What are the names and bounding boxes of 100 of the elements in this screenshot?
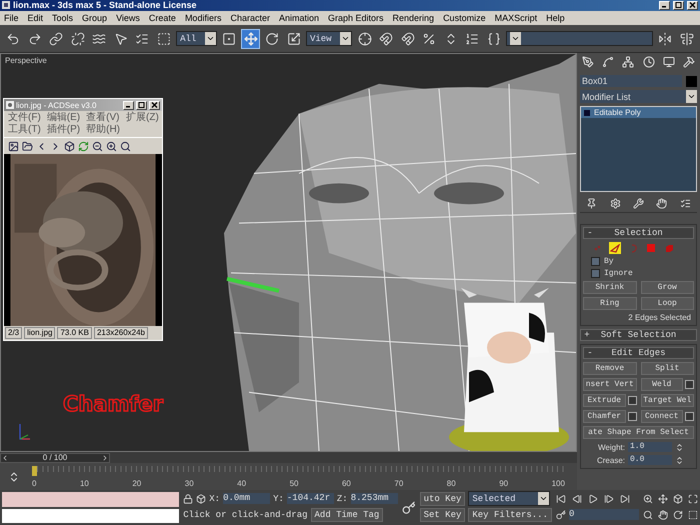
menu-item[interactable]: 查看(V) [86, 112, 120, 124]
panel-button[interactable]: Target Wel [640, 394, 694, 408]
hand-icon[interactable] [656, 198, 668, 210]
clock-icon[interactable] [642, 56, 655, 68]
key-icon[interactable] [556, 510, 566, 520]
dashed-square-icon[interactable] [688, 510, 698, 520]
key-mode-dropdown[interactable]: Selected [468, 491, 550, 506]
menu-item[interactable]: 编辑(E) [46, 112, 80, 124]
panel-button[interactable]: Extrude [583, 394, 626, 408]
settings-button[interactable] [685, 412, 694, 422]
settings-button[interactable] [628, 396, 636, 406]
wrench-icon[interactable] [632, 198, 644, 210]
panel-button[interactable]: nsert Vert [583, 378, 636, 392]
search-icon[interactable] [120, 140, 131, 152]
panel-button[interactable]: Loop [640, 297, 694, 310]
menu-item[interactable]: 工具(T) [8, 124, 41, 136]
frame-marker[interactable] [32, 466, 37, 476]
monitor-icon[interactable] [662, 56, 675, 68]
zoom-in-icon[interactable] [106, 140, 117, 152]
menu-item[interactable]: Customize [443, 12, 486, 23]
menu-item[interactable]: Tools [52, 12, 74, 23]
play-icon[interactable] [588, 494, 598, 504]
settings-button[interactable] [685, 380, 694, 390]
first-frame-icon[interactable] [556, 494, 566, 504]
cube-icon[interactable] [196, 494, 206, 504]
viewport-label[interactable]: Perspective [5, 56, 47, 66]
settings-button[interactable] [628, 412, 636, 422]
rollout-header[interactable]: + Soft Selection [580, 329, 697, 342]
menu-item[interactable]: Rendering [392, 12, 434, 23]
object-name-field[interactable]: Box01 [580, 75, 682, 88]
minimize-button[interactable] [659, 0, 670, 10]
menu-item[interactable]: Character [230, 12, 270, 23]
list-icon[interactable] [680, 198, 691, 210]
menu-item[interactable]: Help [546, 12, 565, 23]
maximize-icon[interactable] [688, 494, 698, 504]
coordinate-field[interactable]: -104.42r [286, 493, 334, 504]
menu-item[interactable]: Views [116, 12, 140, 23]
folder-icon[interactable] [22, 140, 33, 152]
spinner-arrows-icon[interactable] [675, 456, 684, 465]
pin-icon[interactable] [586, 198, 598, 210]
coordinate-field[interactable]: 0.0mm [223, 493, 270, 504]
hierarchy-icon[interactable] [622, 56, 634, 68]
key-icon[interactable] [402, 500, 416, 516]
cube-icon[interactable] [673, 494, 683, 504]
close-button[interactable] [687, 0, 698, 10]
spinner-field[interactable]: 0.0 [628, 455, 672, 466]
rotate-icon[interactable] [673, 510, 683, 520]
bend-icon[interactable] [602, 56, 614, 68]
stack-item[interactable]: Editable Poly [581, 107, 696, 118]
menu-item[interactable]: Modifiers [184, 12, 222, 23]
spinner-field[interactable]: 1.0 [628, 442, 672, 452]
coordinate-field[interactable]: 8.253mm [350, 493, 398, 504]
menu-item[interactable]: 扩展(Z) [126, 112, 159, 124]
panel-button[interactable]: Weld [640, 378, 683, 392]
panel-button[interactable]: Grow [640, 281, 694, 294]
auto-key-button[interactable]: uto Key [420, 492, 466, 506]
maximize-button[interactable] [136, 100, 147, 110]
menu-item[interactable]: Graph Editors [328, 12, 384, 23]
panel-button[interactable]: Shrink [583, 281, 636, 294]
panel-button[interactable]: ate Shape From Select [583, 426, 694, 440]
image-icon[interactable] [8, 140, 19, 152]
lock-icon[interactable] [183, 494, 194, 504]
modifier-list-dropdown[interactable]: Modifier List [580, 90, 697, 104]
gear-icon[interactable] [610, 198, 621, 210]
next-frame-icon[interactable] [604, 494, 614, 504]
zoom-icon[interactable] [643, 494, 653, 504]
menu-item[interactable]: 帮助(H) [86, 124, 120, 136]
dropdown[interactable]: View [306, 31, 352, 46]
panel-button[interactable]: Remove [583, 362, 636, 376]
hammer-icon[interactable] [682, 56, 695, 68]
set-key-button[interactable]: Set Key [420, 508, 466, 522]
menu-item[interactable]: File [4, 12, 19, 23]
last-frame-icon[interactable] [620, 494, 630, 504]
minimize-button[interactable] [123, 100, 134, 110]
dropdown[interactable]: All [176, 31, 217, 46]
hand-icon[interactable] [658, 510, 668, 520]
pen-icon[interactable] [582, 56, 594, 68]
checkbox[interactable] [591, 269, 600, 278]
maximize-button[interactable] [673, 0, 684, 10]
menu-item[interactable]: MAXScript [494, 12, 538, 23]
menu-item[interactable]: 文件(F) [8, 112, 41, 124]
rollout-header[interactable]: - Edit Edges [583, 347, 694, 360]
key-filters-button[interactable]: Key Filters... [468, 508, 552, 522]
close-button[interactable] [149, 100, 160, 110]
menu-item[interactable]: Group [82, 12, 108, 23]
move-icon[interactable] [658, 494, 668, 504]
frame-field[interactable]: 0 [569, 509, 639, 520]
panel-button[interactable]: Chamfer [583, 410, 626, 424]
menu-item[interactable]: Create [148, 12, 176, 23]
time-tag-button[interactable]: Add Time Tag [310, 508, 384, 522]
panel-button[interactable]: Connect [640, 410, 683, 424]
rollout-header[interactable]: - Selection [583, 227, 694, 240]
color-swatch[interactable] [686, 76, 697, 87]
panel-button[interactable]: Split [640, 362, 694, 376]
toolbar-button[interactable] [241, 28, 260, 49]
dropdown[interactable] [506, 31, 654, 46]
previous-frame-icon[interactable] [572, 494, 582, 504]
box-icon[interactable] [64, 140, 75, 152]
frame-counter[interactable]: 0 / 100 [0, 452, 110, 463]
zoom-out-icon[interactable] [92, 140, 103, 152]
